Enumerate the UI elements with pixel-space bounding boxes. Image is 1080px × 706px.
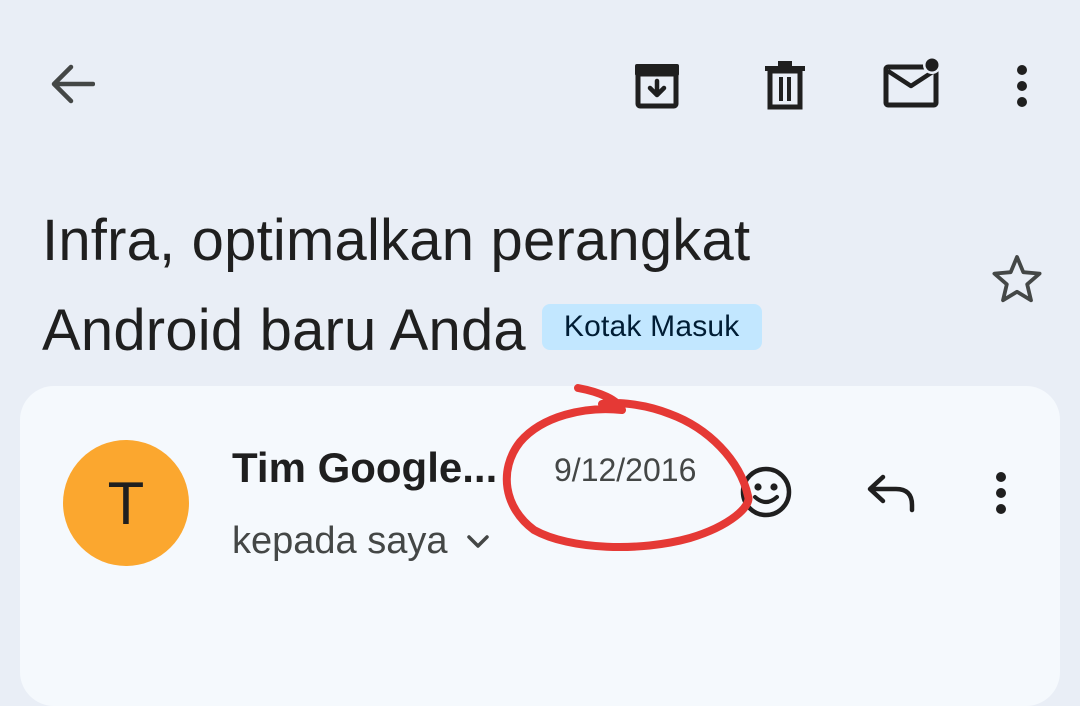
avatar-letter: T — [107, 469, 145, 537]
subject-line-2-text: Android baru Anda — [42, 298, 526, 363]
reply-icon — [867, 474, 915, 513]
star-outline-icon — [992, 255, 1042, 303]
trash-icon — [765, 61, 805, 110]
message-date: 9/12/2016 — [554, 452, 697, 488]
message-more-options-button[interactable] — [981, 466, 1021, 520]
more-vert-icon — [1017, 65, 1027, 107]
archive-button[interactable] — [626, 56, 688, 114]
back-button[interactable] — [40, 56, 104, 112]
recipient-text: kepada saya — [232, 520, 448, 562]
sender-name: Tim Google... — [232, 444, 498, 491]
emoji-icon — [740, 466, 792, 518]
star-button[interactable] — [988, 250, 1046, 308]
chevron-down-icon — [466, 534, 489, 548]
mark-unread-icon — [883, 56, 941, 108]
subject-line-1: Infra, optimalkan perangkat — [42, 208, 751, 273]
more-vert-icon — [996, 472, 1006, 514]
more-options-button[interactable] — [1002, 58, 1042, 114]
recipient-details-toggle[interactable]: kepada saya — [232, 520, 490, 563]
message-card — [20, 386, 1060, 706]
arrow-left-icon — [51, 64, 95, 104]
mark-unread-button[interactable] — [880, 54, 944, 112]
archive-icon — [635, 64, 679, 109]
inbox-label-chip[interactable]: Kotak Masuk — [541, 303, 762, 350]
subject-line-2: Android baru Anda Kotak Masuk — [42, 286, 942, 376]
emoji-reaction-button[interactable] — [736, 462, 796, 522]
sender-avatar[interactable]: T — [63, 440, 189, 566]
reply-button[interactable] — [862, 468, 922, 518]
email-subject: Infra, optimalkan perangkat Android baru… — [42, 196, 942, 376]
delete-button[interactable] — [756, 56, 814, 114]
